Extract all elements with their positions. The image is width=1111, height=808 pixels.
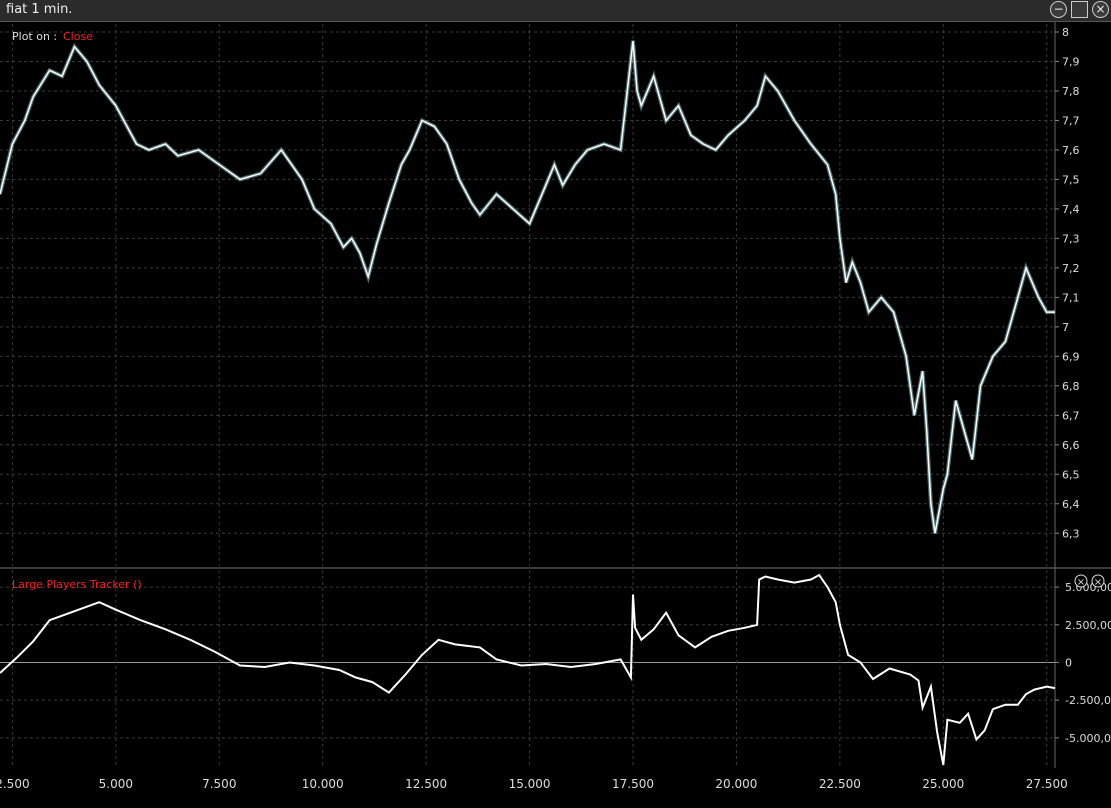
x-tick-label: 20.000 — [715, 777, 757, 791]
price-line-halo — [0, 40, 1055, 534]
price-chart-svg[interactable]: 8 7,9 7,8 7,7 7,6 7,5 7,4 7,3 7,2 7,1 7 6,9 6,8 6,7 6,… — [0, 22, 1111, 804]
window-titlebar: fiat 1 min. − × — [0, 0, 1111, 22]
price-y-tick-label: 7,8 — [1062, 85, 1080, 98]
price-y-tick-label: 7,1 — [1062, 291, 1080, 304]
chart-area[interactable]: 8 7,9 7,8 7,7 7,6 7,5 7,4 7,3 7,2 7,1 7 6,9 6,8 6,7 6,… — [0, 22, 1111, 804]
indicator-grid — [0, 570, 1055, 768]
price-y-tick-label: 7,6 — [1062, 144, 1080, 157]
price-y-tick-label: 7,2 — [1062, 262, 1080, 275]
price-y-tick-label: 6,3 — [1062, 527, 1080, 540]
panel-close-icon[interactable]: × — [1091, 574, 1105, 588]
indicator-y-tick-label: 2.500,00 — [1065, 619, 1111, 632]
x-tick-label: 7.500 — [202, 777, 236, 791]
x-tick-label: 15.000 — [509, 777, 551, 791]
x-tick-label: 10.000 — [302, 777, 344, 791]
minimize-button[interactable]: − — [1050, 1, 1067, 18]
price-y-tick-label: 6,8 — [1062, 380, 1080, 393]
price-y-tick-label: 7,5 — [1062, 173, 1080, 186]
plot-on-label: Plot on : — [12, 30, 57, 43]
price-y-axis: 8 7,9 7,8 7,7 7,6 7,5 7,4 7,3 7,2 7,1 7 6,9 6,8 6,7 6,… — [1055, 26, 1080, 540]
price-y-tick-label: 7 — [1062, 321, 1069, 334]
indicator-y-tick-label: -2.500,00 — [1065, 694, 1111, 707]
price-y-tick-label: 6,4 — [1062, 498, 1080, 511]
price-y-tick-label: 6,6 — [1062, 439, 1080, 452]
close-button[interactable]: × — [1092, 1, 1109, 18]
x-tick-label: 12.500 — [405, 777, 447, 791]
plot-series-label[interactable]: Close — [63, 30, 93, 43]
price-y-tick-label: 6,5 — [1062, 468, 1080, 481]
price-y-tick-label: 7,4 — [1062, 203, 1080, 216]
x-tick-label: 5.000 — [99, 777, 133, 791]
price-y-tick-label: 7,3 — [1062, 232, 1080, 245]
indicator-y-axis: 5.000,002.500,000-2.500,00-5.000,00 — [1055, 581, 1111, 745]
price-y-tick-label: 7,9 — [1062, 55, 1080, 68]
maximize-button[interactable] — [1071, 1, 1088, 18]
svg-text:×: × — [1094, 577, 1102, 588]
x-tick-label: 2.500 — [0, 777, 30, 791]
indicator-label[interactable]: Large Players Tracker () — [12, 578, 142, 591]
svg-text:×: × — [1077, 577, 1085, 588]
x-tick-label: 17.500 — [612, 777, 654, 791]
window-title: fiat 1 min. — [6, 2, 73, 17]
price-y-tick-label: 7,7 — [1062, 114, 1080, 127]
x-tick-label: 22.500 — [819, 777, 861, 791]
indicator-line — [0, 573, 1056, 766]
price-y-tick-label: 6,7 — [1062, 409, 1080, 422]
indicator-y-tick-label: 0 — [1065, 656, 1072, 669]
x-tick-label: 27.500 — [1026, 777, 1068, 791]
indicator-y-tick-label: -5.000,00 — [1065, 732, 1111, 745]
price-line — [0, 40, 1055, 534]
price-y-tick-label: 8 — [1062, 26, 1069, 39]
price-grid — [0, 24, 1055, 566]
price-y-tick-label: 6,9 — [1062, 350, 1080, 363]
x-tick-label: 25.000 — [922, 777, 964, 791]
indicator-close-icon[interactable]: × — [1074, 574, 1088, 588]
x-axis: 2.500 5.000 7.500 10.000 12.500 15.000 17.500 2… — [0, 777, 1068, 791]
